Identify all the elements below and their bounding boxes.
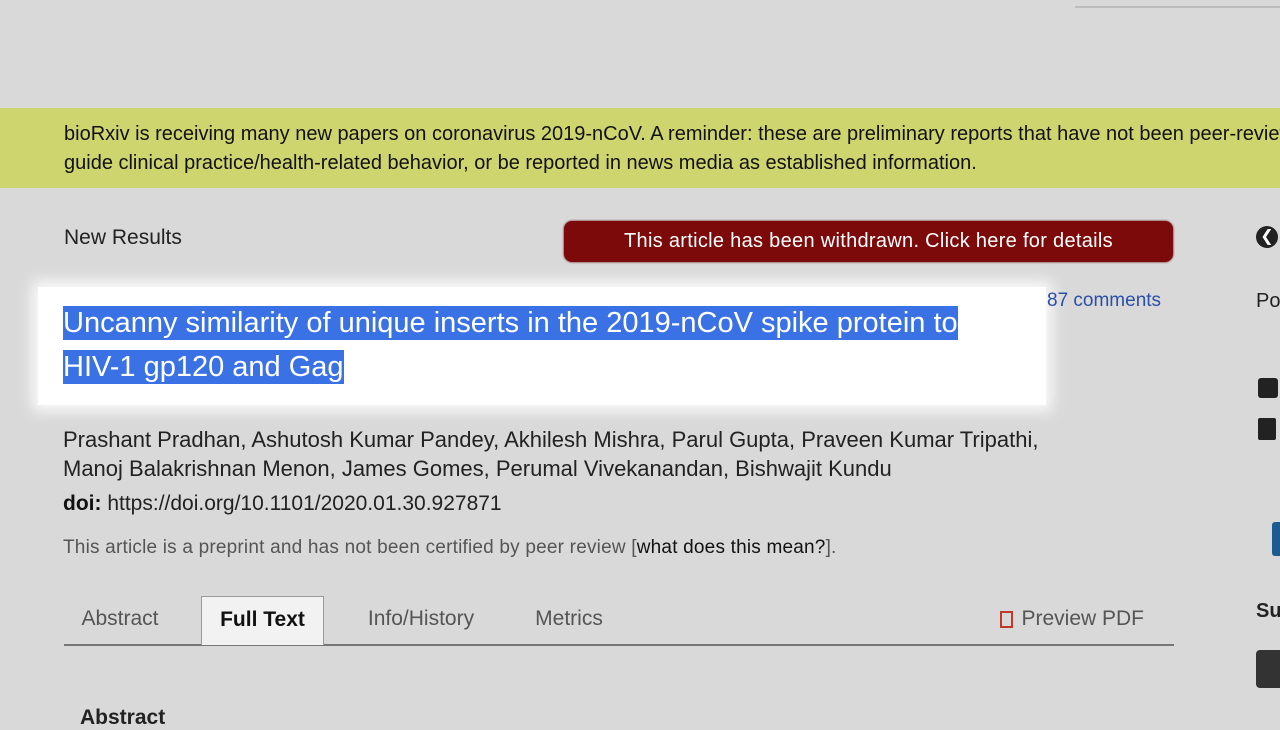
- title-line-1: Uncanny similarity of unique inserts in …: [63, 306, 958, 340]
- tab-abstract[interactable]: Abstract: [64, 596, 176, 642]
- section-label: New Results: [64, 226, 182, 249]
- banner-line-1: bioRxiv is receiving many new papers on …: [64, 123, 1280, 145]
- preprint-note-text: This article is a preprint and has not b…: [63, 537, 637, 558]
- preview-pdf-button[interactable]: Preview PDF: [1000, 596, 1144, 642]
- author-list: Prashant Pradhan, Ashutosh Kumar Pandey,…: [63, 425, 1163, 483]
- doi-link[interactable]: https://doi.org/10.1101/2020.01.30.92787…: [107, 492, 501, 515]
- tab-metrics[interactable]: Metrics: [520, 596, 618, 642]
- sidebar-su-label: Su: [1256, 600, 1280, 622]
- back-arrow-icon[interactable]: ❮: [1256, 226, 1278, 248]
- sidebar-po-label: Po: [1256, 290, 1280, 312]
- withdrawn-notice-button[interactable]: This article has been withdrawn. Click h…: [564, 221, 1173, 262]
- authors-line-2[interactable]: Manoj Balakrishnan Menon, James Gomes, P…: [63, 454, 1163, 483]
- document-icon[interactable]: [1258, 418, 1276, 440]
- coronavirus-notice-banner: bioRxiv is receiving many new papers on …: [0, 108, 1280, 188]
- tab-info-history[interactable]: Info/History: [352, 596, 490, 642]
- doi-label: doi:: [63, 492, 102, 515]
- abstract-heading: Abstract: [80, 706, 166, 729]
- authors-line-1[interactable]: Prashant Pradhan, Ashutosh Kumar Pandey,…: [63, 425, 1163, 454]
- preprint-note: This article is a preprint and has not b…: [63, 537, 837, 559]
- title-line-2: HIV-1 gp120 and Gag: [63, 350, 344, 384]
- what-does-this-mean-link[interactable]: what does this mean?: [637, 537, 826, 558]
- preprint-note-close: ].: [825, 537, 837, 558]
- top-strip: [1075, 0, 1280, 8]
- doi-line: doi: https://doi.org/10.1101/2020.01.30.…: [63, 492, 502, 516]
- sidebar-blue-button[interactable]: [1272, 522, 1280, 556]
- pdf-icon: [1000, 611, 1014, 628]
- preview-pdf-label: Preview PDF: [1021, 607, 1144, 630]
- article-tabs: Abstract Full Text Info/History Metrics …: [64, 596, 1174, 646]
- banner-line-2: guide clinical practice/health-related b…: [64, 152, 977, 174]
- sidebar-dark-button[interactable]: [1256, 650, 1280, 688]
- comments-link[interactable]: 87 comments: [1047, 290, 1161, 312]
- external-link-icon[interactable]: [1258, 378, 1278, 398]
- article-title[interactable]: Uncanny similarity of unique inserts in …: [63, 301, 1038, 389]
- tab-full-text[interactable]: Full Text: [201, 596, 324, 645]
